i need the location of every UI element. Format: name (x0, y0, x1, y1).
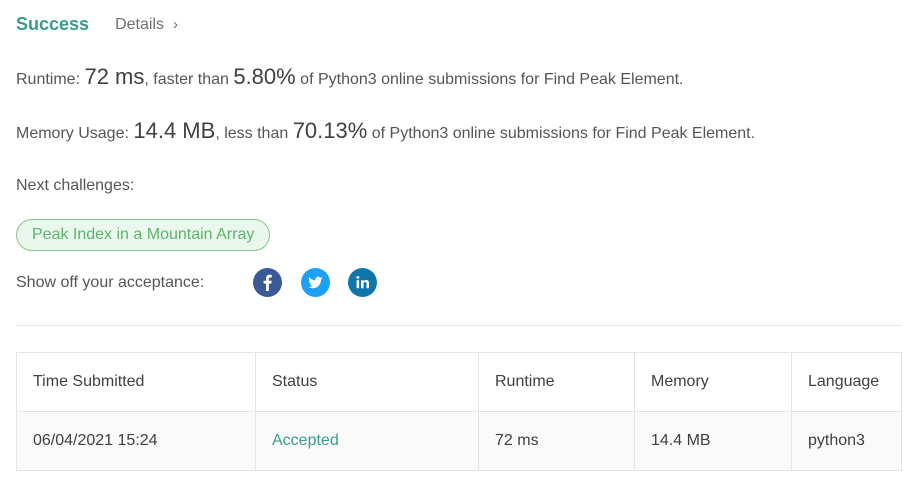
facebook-icon[interactable] (253, 268, 282, 297)
column-header-runtime[interactable]: Runtime (478, 352, 635, 412)
details-label: Details (115, 15, 164, 33)
submissions-table: Time Submitted Status Runtime Memory Lan… (16, 352, 902, 471)
memory-cell: 14.4 MB (634, 411, 792, 471)
runtime-value: 72 ms (84, 64, 145, 89)
status-accepted-link[interactable]: Accepted (255, 411, 479, 471)
next-challenge-link[interactable]: Peak Index in a Mountain Array (16, 219, 271, 251)
result-header: Success Details › (16, 14, 178, 35)
share-label: Show off your acceptance: (16, 274, 205, 291)
runtime-stat: Runtime: 72 ms, faster than 5.80% of Pyt… (16, 64, 683, 90)
memory-suffix: of Python3 online submissions for Find P… (367, 125, 756, 142)
runtime-percent: 5.80% (233, 64, 296, 89)
language-cell: python3 (791, 411, 902, 471)
runtime-suffix: of Python3 online submissions for Find P… (295, 71, 684, 88)
memory-stat: Memory Usage: 14.4 MB, less than 70.13% … (16, 118, 755, 144)
memory-percent: 70.13% (292, 118, 368, 143)
runtime-label: Runtime: (16, 71, 85, 88)
column-header-time-submitted[interactable]: Time Submitted (16, 352, 256, 412)
column-header-memory[interactable]: Memory (634, 352, 792, 412)
chevron-right-icon: › (172, 16, 178, 33)
section-divider (16, 325, 902, 326)
table-row: 06/04/2021 15:24 Accepted 72 ms 14.4 MB … (16, 411, 902, 471)
linkedin-icon[interactable] (348, 268, 377, 297)
time-submitted-cell: 06/04/2021 15:24 (16, 411, 256, 471)
memory-label: Memory Usage: (16, 125, 134, 142)
column-header-language[interactable]: Language (791, 352, 902, 412)
runtime-connector: , faster than (144, 71, 234, 88)
memory-value: 14.4 MB (133, 118, 216, 143)
success-status: Success (16, 14, 90, 34)
column-header-status[interactable]: Status (255, 352, 479, 412)
twitter-icon[interactable] (301, 268, 330, 297)
next-challenges-label: Next challenges: (16, 177, 135, 194)
memory-connector: , less than (215, 125, 293, 142)
runtime-cell: 72 ms (478, 411, 635, 471)
details-link[interactable]: Details › (115, 16, 178, 34)
table-header-row: Time Submitted Status Runtime Memory Lan… (16, 352, 902, 412)
